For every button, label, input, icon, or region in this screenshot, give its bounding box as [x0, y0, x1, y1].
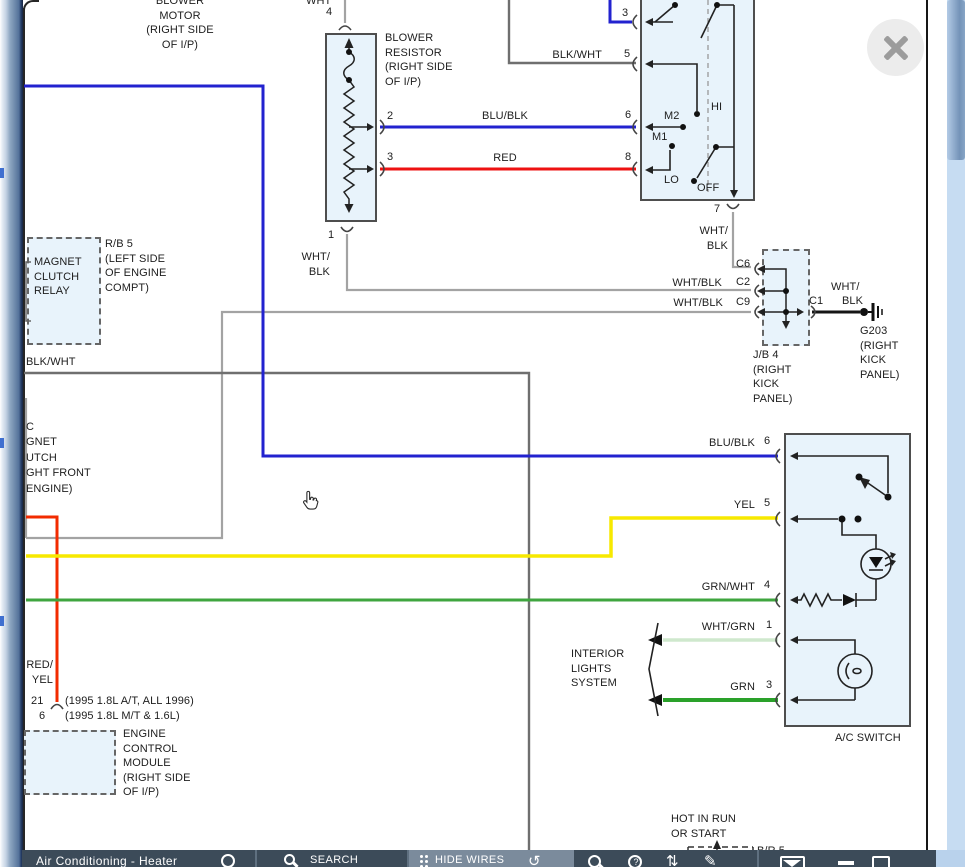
diagram-viewer: BLOWER MOTOR (RIGHT SIDE OF I/P) WHT 4 B…	[0, 0, 965, 867]
g203-label: G203 (RIGHT KICK PANEL)	[860, 324, 900, 382]
red-yel-label: RED/ YEL	[22, 658, 53, 687]
rotate-icon[interactable]: ↺	[528, 852, 541, 867]
jb4-pin-c2: C2	[736, 275, 750, 290]
switch-pos-m1: M1	[652, 130, 667, 145]
ecm-pin6: 6	[39, 709, 45, 724]
scrollbar-thumb[interactable]	[947, 0, 965, 160]
dialog-corner	[23, 0, 39, 16]
resistor-pin2: 2	[387, 109, 393, 124]
switch-pos-m2: M2	[664, 109, 679, 124]
wht-blk-pin1-label: WHT/ BLK	[294, 250, 330, 279]
help-icon[interactable]: ?	[628, 855, 642, 867]
switch-pin5: 5	[624, 47, 630, 62]
hand-cursor	[300, 489, 322, 513]
interior-lights-label: INTERIOR LIGHTS SYSTEM	[571, 647, 624, 691]
ac-pin5: 5	[764, 496, 770, 511]
toolbar-divider	[255, 850, 257, 867]
blower-resistor-box	[325, 33, 377, 222]
blk-c1-label: BLK	[842, 294, 863, 309]
wht-grn-label: WHT/GRN	[690, 620, 755, 635]
bottom-toolbar: Air Conditioning - Heater SEARCH HIDE WI…	[22, 850, 936, 867]
blu-blk-label: BLU/BLK	[460, 109, 550, 124]
message-icon-flap	[783, 860, 801, 867]
switch-pos-off: OFF	[697, 181, 719, 196]
dialog-left-border	[23, 8, 25, 850]
ac-magnet-clutch-label: C GNET UTCH GHT FRONT ENGINE)	[26, 420, 91, 497]
ac-switch-label: A/C SWITCH	[835, 731, 901, 746]
ecm-pin21: 21	[31, 694, 43, 709]
grn-arrow	[648, 694, 662, 706]
info-circle-icon[interactable]	[221, 854, 235, 867]
window-edge-strip	[0, 0, 23, 867]
vertical-scrollbar[interactable]	[947, 0, 965, 867]
yel-label: YEL	[693, 498, 755, 513]
switch-pin8: 8	[625, 150, 631, 165]
ac-pin3: 3	[766, 678, 772, 693]
blk-wht-switch-label: BLK/WHT	[544, 48, 602, 63]
blk-wht-left-label: BLK/WHT	[26, 355, 76, 370]
toolbar-divider	[407, 850, 409, 867]
heater-blower-switch-box	[640, 0, 755, 201]
search-icon-handle	[292, 862, 298, 867]
grn-wht-label: GRN/WHT	[693, 580, 755, 595]
resistor-pin3: 3	[387, 150, 393, 165]
strip-notch	[0, 616, 4, 626]
magnet-clutch-relay-label: MAGNET CLUTCH RELAY	[34, 255, 82, 299]
hide-wires-button[interactable]: HIDE WIRES	[435, 854, 504, 866]
yellow-wire	[26, 518, 778, 556]
grip-dots-icon	[420, 855, 428, 867]
red-label: RED	[460, 151, 550, 166]
switch-pos-lo: LO	[664, 173, 679, 188]
ac-blu-blk-label: BLU/BLK	[693, 436, 755, 451]
switch-pos-hi: HI	[711, 100, 722, 115]
blower-resistor-label: BLOWER RESISTOR (RIGHT SIDE OF I/P)	[385, 31, 453, 89]
wht-c1-label: WHT/	[831, 280, 860, 295]
ac-pin4: 4	[764, 578, 770, 593]
toolbar-divider	[757, 850, 759, 867]
ac-pin1: 1	[766, 618, 772, 633]
wht-blk-c2-label: WHT/BLK	[662, 276, 722, 291]
toolbar-title: Air Conditioning - Heater	[36, 854, 177, 867]
strip-notch	[0, 438, 4, 448]
compare-icon[interactable]: ⇅	[666, 852, 679, 867]
jb4-pin-c9: C9	[736, 295, 750, 310]
grn-label: GRN	[690, 680, 755, 695]
blower-motor-label: BLOWER MOTOR (RIGHT SIDE OF I/P)	[118, 0, 242, 52]
interior-lights-brace	[649, 623, 658, 716]
jb4-pin-c1: C1	[809, 294, 823, 309]
wht-grn-arrow	[648, 634, 662, 646]
wht-blk-c9-label: WHT/BLK	[663, 296, 723, 311]
switch-pin3: 3	[622, 6, 628, 21]
wht-blk-pin7-label: WHT/ BLK	[694, 224, 728, 253]
jb4-pin-c6: C6	[736, 257, 750, 272]
strip-notch	[0, 168, 4, 178]
switch-pin7: 7	[714, 202, 720, 217]
junction-block-4-box	[762, 249, 810, 346]
resistor-pin4: 4	[326, 5, 332, 20]
ac-pin6: 6	[764, 434, 770, 449]
minimize-icon[interactable]	[838, 861, 854, 865]
note-at-label: (1995 1.8L A/T, ALL 1996)	[65, 694, 194, 709]
ground-symbol	[868, 303, 882, 321]
search-button[interactable]: SEARCH	[310, 854, 358, 866]
edit-icon[interactable]: ✎	[704, 852, 717, 867]
engine-control-module-box	[24, 730, 116, 795]
ecm-label: ENGINE CONTROL MODULE (RIGHT SIDE OF I/P…	[123, 727, 191, 800]
window-icon[interactable]	[872, 856, 890, 867]
close-button[interactable]	[867, 19, 924, 76]
hot-in-run-label: HOT IN RUN OR START	[671, 812, 736, 841]
rb5-label: R/B 5 (LEFT SIDE OF ENGINE COMPT)	[105, 237, 166, 295]
note-mt-label: (1995 1.8L M/T & 1.6L)	[65, 709, 180, 724]
jb4-label: J/B 4 (RIGHT KICK PANEL)	[753, 348, 793, 406]
switch-pin6: 6	[625, 108, 631, 123]
help-glyph: ?	[634, 857, 639, 867]
page-right-border	[926, 0, 928, 851]
ac-switch-box	[784, 433, 911, 727]
resistor-pin1: 1	[328, 228, 334, 243]
